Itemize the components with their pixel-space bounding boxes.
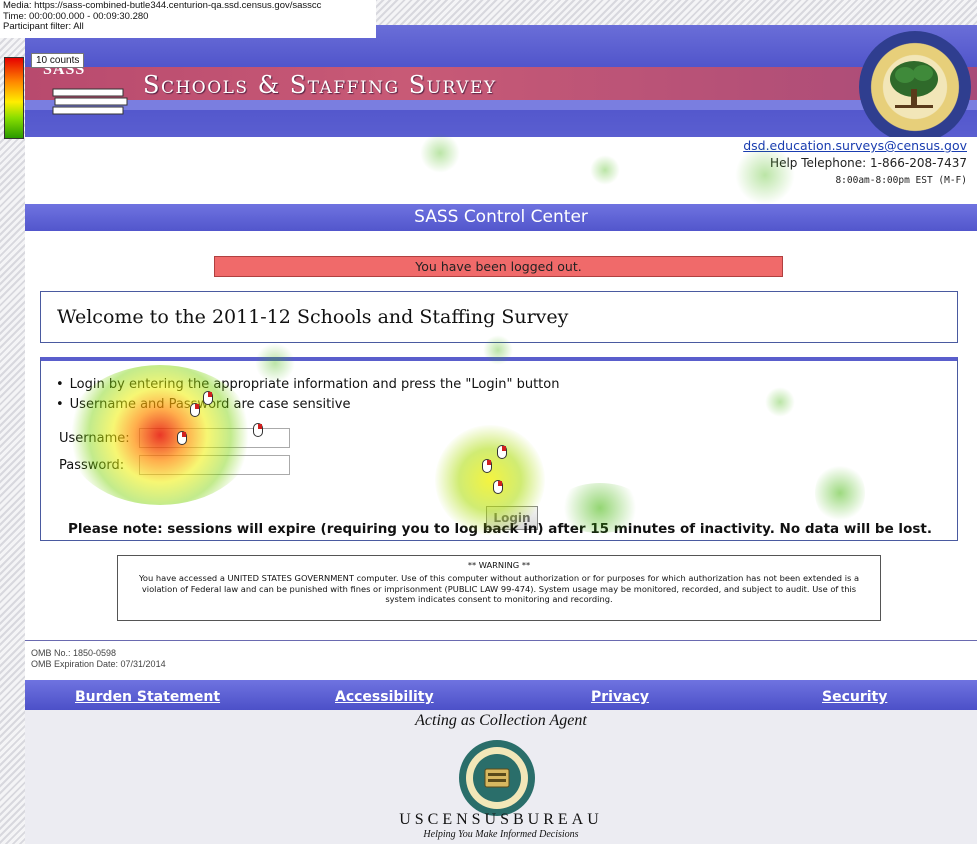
census-tagline: Helping You Make Informed Decisions (423, 829, 579, 840)
burden-statement-link[interactable]: Burden Statement (75, 689, 220, 705)
welcome-heading: Welcome to the 2011-12 Schools and Staff… (40, 291, 958, 343)
click-marker-icon (177, 431, 187, 445)
banner-title: Schools & Staffing Survey (143, 71, 497, 99)
username-label: Username: (59, 431, 130, 446)
instruction-item: Login by entering the appropriate inform… (56, 375, 560, 395)
header-banner: SASS Schools & Staffing Survey (25, 25, 977, 137)
omb-info: OMB No.: 1850-0598 OMB Expiration Date: … (31, 648, 166, 670)
logged-out-alert: You have been logged out. (214, 256, 783, 277)
contact-info: dsd.education.surveys@census.gov Help Te… (743, 138, 967, 186)
government-warning: ** WARNING ** You have accessed a UNITED… (117, 555, 881, 621)
footer-nav: Burden Statement Accessibility Privacy S… (25, 680, 977, 710)
session-expiry-note: Please note: sessions will expire (requi… (68, 521, 932, 537)
heatmap-spot (420, 133, 460, 173)
click-marker-icon (497, 445, 507, 459)
click-marker-icon (253, 423, 263, 437)
support-email-link[interactable]: dsd.education.surveys@census.gov (743, 138, 967, 153)
warning-body: You have accessed a UNITED STATES GOVERN… (138, 573, 860, 604)
dept-education-seal-icon (859, 31, 971, 137)
security-link[interactable]: Security (822, 689, 887, 705)
password-label: Password: (59, 458, 125, 473)
tree-icon (890, 61, 938, 108)
click-marker-icon (493, 480, 503, 494)
media-info-overlay: Media: https://sass-combined-butle344.ce… (0, 0, 376, 38)
collection-agent-text: Acting as Collection Agent (415, 712, 587, 729)
click-marker-icon (190, 403, 200, 417)
banner-stripe-lower (25, 100, 977, 110)
warning-title: ** WARNING ** (467, 560, 531, 570)
accessibility-link[interactable]: Accessibility (335, 689, 434, 705)
heatmap-legend-count: 10 counts (31, 53, 85, 68)
participant-filter: Participant filter: All (3, 21, 84, 32)
privacy-link[interactable]: Privacy (591, 689, 649, 705)
click-marker-icon (482, 459, 492, 473)
omb-number: OMB No.: 1850-0598 (31, 648, 117, 658)
heatmap-spot (590, 155, 620, 185)
divider (25, 640, 977, 641)
footer-area: Acting as Collection Agent USCENSUSBUREA… (25, 710, 977, 844)
census-bureau-seal-icon (459, 740, 535, 816)
password-input[interactable] (139, 455, 290, 475)
username-input[interactable] (139, 428, 290, 448)
books-logo-icon (52, 88, 128, 115)
census-bureau-name: USCENSUSBUREAU (399, 811, 603, 828)
media-url: Media: https://sass-combined-butle344.ce… (3, 0, 322, 11)
login-instructions: Login by entering the appropriate inform… (56, 375, 560, 415)
help-telephone: Help Telephone: 1-866-208-7437 (770, 156, 967, 170)
instruction-item: Username and Password are case sensitive (56, 395, 559, 415)
click-marker-icon (203, 391, 213, 405)
heatmap-legend-bar (4, 57, 24, 139)
help-hours: 8:00am-8:00pm EST (M-F) (835, 175, 967, 186)
omb-expiration: OMB Expiration Date: 07/31/2014 (31, 659, 166, 669)
control-center-bar: SASS Control Center (25, 204, 977, 231)
survey-page: SASS Schools & Staffing Survey dsd.educa… (25, 25, 977, 844)
